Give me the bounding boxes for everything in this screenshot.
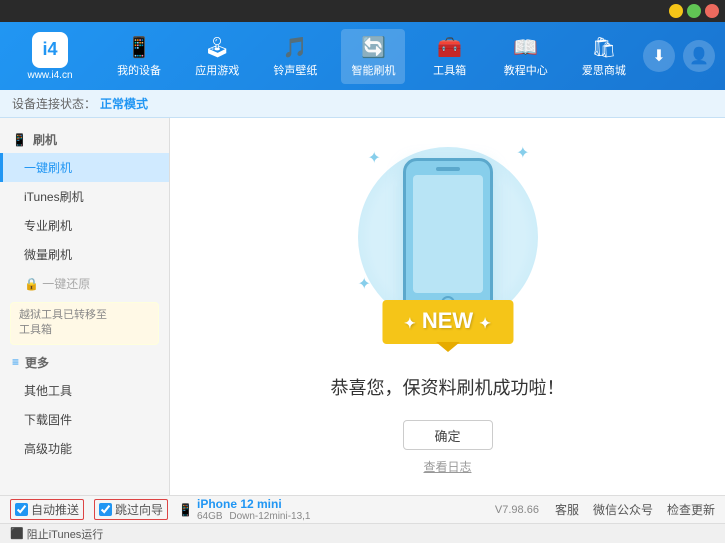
success-illustration: ✦ ✦ ✦ ✦ NEW ✦ <box>348 138 548 354</box>
sidebar-section-flash: 📱 刷机 一键刷机 iTunes刷机 专业刷机 微量刷机 🔒 一键还原 越狱工具… <box>0 126 169 345</box>
skip-wizard-checkbox[interactable]: 跳过向导 <box>94 499 168 520</box>
sidebar-item-download-firmware[interactable]: 下载固件 <box>0 405 169 434</box>
shop-icon: 🛍 <box>591 35 616 60</box>
nav-smart-shop[interactable]: 🔄 智能刷机 <box>341 29 405 84</box>
sparkle-icon-1: ✦ <box>368 148 381 168</box>
smart-shop-label: 智能刷机 <box>351 62 395 78</box>
bottom-right: V7.98.66 客服 微信公众号 检查更新 <box>495 501 715 518</box>
sidebar: 📱 刷机 一键刷机 iTunes刷机 专业刷机 微量刷机 🔒 一键还原 越狱工具… <box>0 118 170 495</box>
sidebar-section-flash-title: 📱 刷机 <box>0 126 169 153</box>
maximize-button[interactable] <box>687 4 701 18</box>
phone-speaker <box>436 167 460 171</box>
log-link[interactable]: 查看日志 <box>423 458 471 475</box>
itunes-stop-label: 阻止iTunes运行 <box>27 526 104 542</box>
status-value: 正常模式 <box>100 95 148 112</box>
close-button[interactable] <box>705 4 719 18</box>
logo[interactable]: i4 www.i4.cn <box>10 32 90 81</box>
smart-shop-icon: 🔄 <box>361 35 386 60</box>
sidebar-section-more-title: ≡ 更多 <box>0 349 169 376</box>
tutorial-icon: 📖 <box>513 35 538 60</box>
toolbox-label: 工具箱 <box>433 62 466 78</box>
device-version: Down-12mini-13,1 <box>229 511 310 522</box>
auto-push-checkbox[interactable]: 自动推送 <box>10 499 84 520</box>
check-update-link[interactable]: 检查更新 <box>667 501 715 518</box>
device-info: 📱 iPhone 12 mini 64GB Down-12mini-13,1 <box>178 497 310 522</box>
new-banner: ✦ NEW ✦ <box>382 300 513 344</box>
sparkle-icon-2: ✦ <box>516 143 529 163</box>
shop-label: 爱思商城 <box>582 62 626 78</box>
phone-shape <box>403 158 493 318</box>
flash-section-icon: 📱 <box>12 133 27 147</box>
nav-tutorial[interactable]: 📖 教程中心 <box>494 29 558 84</box>
banner-arrow <box>436 342 460 352</box>
version-label: V7.98.66 <box>495 504 539 516</box>
skip-wizard-label: 跳过向导 <box>115 501 163 518</box>
nav-toolbox[interactable]: 🧰 工具箱 <box>420 29 480 84</box>
bottom-left: 自动推送 跳过向导 📱 iPhone 12 mini 64GB Down-12m… <box>10 497 495 522</box>
sidebar-item-itunes-flash[interactable]: iTunes刷机 <box>0 182 169 211</box>
sidebar-item-one-click-flash[interactable]: 一键刷机 <box>0 153 169 182</box>
sidebar-section-more: ≡ 更多 其他工具 下载固件 高级功能 <box>0 349 169 463</box>
content-area: ✦ ✦ ✦ ✦ NEW ✦ 恭喜您，保资料刷机成功啦！ 确定 查看日志 <box>170 118 725 495</box>
download-button[interactable]: ⬇ <box>643 40 675 72</box>
main-layout: 📱 刷机 一键刷机 iTunes刷机 专业刷机 微量刷机 🔒 一键还原 越狱工具… <box>0 118 725 495</box>
main-nav: 📱 我的设备 🕹 应用游戏 🎵 铃声壁纸 🔄 智能刷机 🧰 工具箱 📖 教程中心… <box>100 29 643 84</box>
logo-icon: i4 <box>32 32 68 68</box>
my-device-icon: 📱 <box>127 35 152 60</box>
minimize-button[interactable] <box>669 4 683 18</box>
my-device-label: 我的设备 <box>117 62 161 78</box>
auto-push-label: 自动推送 <box>31 501 79 518</box>
device-name: iPhone 12 mini <box>197 497 282 511</box>
header-right: ⬇ 👤 <box>643 40 715 72</box>
tutorial-label: 教程中心 <box>504 62 548 78</box>
support-link[interactable]: 客服 <box>555 501 579 518</box>
wechat-link[interactable]: 微信公众号 <box>593 501 653 518</box>
new-label: NEW <box>422 308 473 333</box>
user-button[interactable]: 👤 <box>683 40 715 72</box>
toolbox-icon: 🧰 <box>437 35 462 60</box>
sparkle-icon-3: ✦ <box>358 274 371 294</box>
title-bar <box>0 0 725 22</box>
itunes-bar: ⬛ 阻止iTunes运行 <box>0 523 725 543</box>
bottom-links: 客服 微信公众号 检查更新 <box>555 501 715 518</box>
sidebar-item-pro-flash[interactable]: 专业刷机 <box>0 211 169 240</box>
app-game-icon: 🕹 <box>205 35 230 60</box>
header: i4 www.i4.cn 📱 我的设备 🕹 应用游戏 🎵 铃声壁纸 🔄 智能刷机… <box>0 22 725 90</box>
skip-wizard-input[interactable] <box>99 503 112 516</box>
more-section-icon: ≡ <box>12 355 19 369</box>
success-title: 恭喜您，保资料刷机成功啦！ <box>331 374 565 400</box>
bottom-bar: 自动推送 跳过向导 📱 iPhone 12 mini 64GB Down-12m… <box>0 495 725 523</box>
phone-screen <box>413 175 483 293</box>
sidebar-item-micro-flash[interactable]: 微量刷机 <box>0 240 169 269</box>
device-storage <box>285 499 288 511</box>
auto-push-input[interactable] <box>15 503 28 516</box>
logo-url: www.i4.cn <box>27 70 72 81</box>
nav-ringtone[interactable]: 🎵 铃声壁纸 <box>263 29 327 84</box>
sidebar-item-one-click-restore: 🔒 一键还原 <box>0 269 169 298</box>
status-bar: 设备连接状态： 正常模式 <box>0 90 725 118</box>
nav-app-game[interactable]: 🕹 应用游戏 <box>185 29 249 84</box>
device-storage-detail: 64GB <box>197 511 223 522</box>
nav-shop[interactable]: 🛍 爱思商城 <box>572 29 636 84</box>
sidebar-notice-jailbreak: 越狱工具已转移至工具箱 <box>10 302 159 345</box>
sidebar-item-advanced-features[interactable]: 高级功能 <box>0 434 169 463</box>
ringtone-label: 铃声壁纸 <box>273 62 317 78</box>
app-game-label: 应用游戏 <box>195 62 239 78</box>
itunes-stop-icon: ⬛ <box>10 527 24 540</box>
itunes-stop-button[interactable]: ⬛ 阻止iTunes运行 <box>10 526 103 542</box>
new-star-left: ✦ <box>404 315 416 331</box>
device-icon: 📱 <box>178 503 193 517</box>
new-star-right: ✦ <box>479 315 491 331</box>
nav-my-device[interactable]: 📱 我的设备 <box>107 29 171 84</box>
ringtone-icon: 🎵 <box>283 35 308 60</box>
sidebar-item-other-tools[interactable]: 其他工具 <box>0 376 169 405</box>
status-label: 设备连接状态： <box>12 95 96 112</box>
confirm-button[interactable]: 确定 <box>403 420 493 450</box>
